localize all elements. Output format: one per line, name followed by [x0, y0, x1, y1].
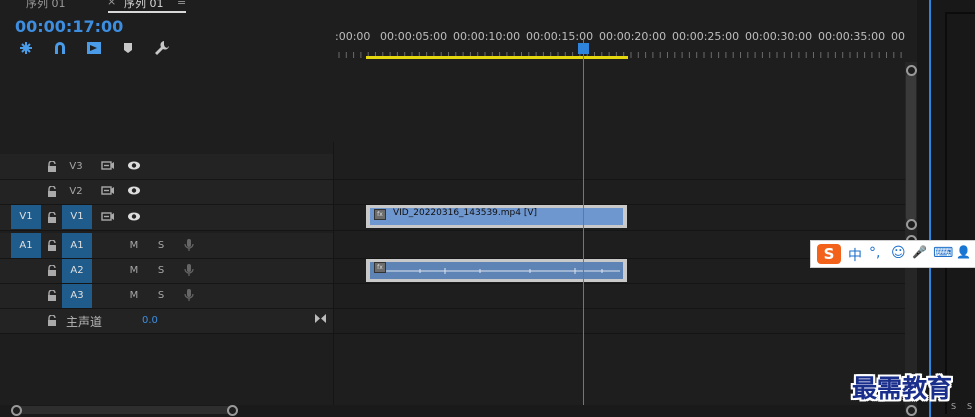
- wrench-icon[interactable]: [154, 40, 170, 56]
- keyboard-icon[interactable]: ⌨: [933, 245, 953, 261]
- insert-sequence-icon[interactable]: [86, 40, 102, 56]
- microphone-icon[interactable]: 🎤: [912, 245, 927, 259]
- source-patch-v1[interactable]: V1: [11, 205, 41, 229]
- track-row-v2: V2: [0, 180, 905, 205]
- ime-punctuation-mode[interactable]: °,: [869, 245, 880, 261]
- vertical-scroll-thumb[interactable]: [906, 72, 916, 222]
- track-row-master: 主声道 0.0: [0, 309, 905, 334]
- lock-icon[interactable]: [47, 186, 57, 197]
- solo-button[interactable]: S: [155, 265, 167, 276]
- lock-icon[interactable]: [47, 315, 57, 326]
- microphone-icon[interactable]: [183, 288, 195, 305]
- track-name-a2[interactable]: A2: [62, 259, 92, 283]
- audio-waveform: [386, 268, 620, 274]
- mute-button[interactable]: M: [128, 240, 140, 251]
- ruler-label: 00:00:10:00: [453, 30, 521, 43]
- track-name-a1[interactable]: A1: [62, 233, 92, 258]
- ime-toolbar[interactable]: S 中 °, ☺ 🎤 ⌨ 👤: [810, 240, 975, 268]
- master-track-label: 主声道: [66, 315, 103, 329]
- mute-button[interactable]: M: [128, 265, 140, 276]
- solo-button[interactable]: S: [155, 290, 167, 301]
- playhead-line[interactable]: [583, 38, 584, 417]
- right-panel-label: S: [967, 402, 973, 411]
- eye-icon[interactable]: [126, 160, 142, 174]
- ime-chinese-mode[interactable]: 中: [848, 245, 862, 265]
- camera-icon[interactable]: [100, 160, 116, 174]
- go-to-end-icon[interactable]: [313, 313, 327, 327]
- lock-icon[interactable]: [47, 212, 57, 223]
- microphone-icon[interactable]: [183, 263, 195, 280]
- video-clip[interactable]: fx VID_20220316_143539.mp4 [V]: [366, 205, 627, 228]
- track-row-v3: V3: [0, 154, 905, 180]
- camera-icon[interactable]: [100, 185, 116, 199]
- track-row-a3: A3 M S: [0, 284, 905, 309]
- horizontal-scroll-thumb[interactable]: [15, 406, 233, 414]
- lock-icon[interactable]: [47, 240, 57, 251]
- ruler-label: 00:00:20:00: [599, 30, 667, 43]
- eye-icon[interactable]: [126, 211, 142, 225]
- ruler-label: 00:00:05:00: [380, 30, 448, 43]
- track-name-v1[interactable]: V1: [62, 205, 92, 229]
- zoom-handle-right[interactable]: [227, 405, 238, 416]
- lock-icon[interactable]: [47, 161, 57, 172]
- header-divider: [333, 142, 334, 412]
- lock-icon[interactable]: [47, 265, 57, 276]
- watermark: 最需教育: [852, 374, 953, 403]
- ruler-label: 00:00:30:00: [745, 30, 813, 43]
- snap-icon[interactable]: [18, 40, 34, 56]
- ruler-label: 00:00:25:00: [672, 30, 740, 43]
- solo-button[interactable]: S: [155, 240, 167, 251]
- tab-sequence-01-a[interactable]: 序列 01: [26, 0, 66, 11]
- track-row-a1: A1 A1 M S: [0, 233, 905, 259]
- fx-badge: fx: [374, 209, 386, 220]
- playhead-timecode[interactable]: 00:00:17:00: [15, 17, 123, 36]
- right-panel-frame: [945, 12, 975, 414]
- zoom-handle-left[interactable]: [11, 405, 22, 416]
- ruler-label: :00:00: [335, 30, 371, 43]
- active-tab-underline: [108, 11, 186, 13]
- playhead-handle[interactable]: [578, 43, 589, 54]
- scroll-handle-top[interactable]: [906, 65, 917, 76]
- microphone-icon[interactable]: [183, 238, 195, 255]
- mute-button[interactable]: M: [128, 290, 140, 301]
- master-volume-value[interactable]: 0.0: [142, 315, 158, 326]
- tab-sequence-01-active[interactable]: 序列 01: [124, 0, 164, 11]
- add-marker-icon[interactable]: [120, 40, 136, 56]
- scroll-handle-corner[interactable]: [906, 405, 917, 416]
- video-clip-name: VID_20220316_143539.mp4 [V]: [393, 208, 538, 218]
- sogou-logo-icon[interactable]: S: [817, 244, 841, 264]
- emoji-icon[interactable]: ☺: [891, 245, 906, 261]
- track-name-a3[interactable]: A3: [62, 284, 92, 308]
- eye-icon[interactable]: [126, 185, 142, 199]
- panel-focus-edge: [929, 0, 931, 417]
- audio-clip[interactable]: fx: [366, 259, 627, 282]
- work-area-bar[interactable]: [366, 56, 628, 59]
- source-patch-a1[interactable]: A1: [11, 233, 41, 258]
- track-name-v2[interactable]: V2: [66, 186, 86, 197]
- scroll-handle-mid[interactable]: [906, 219, 917, 230]
- ruler-label: 00: [891, 30, 905, 43]
- linked-selection-icon[interactable]: [52, 40, 68, 56]
- track-name-v3[interactable]: V3: [66, 161, 86, 172]
- tab-close-button[interactable]: ×: [107, 0, 116, 8]
- user-icon[interactable]: 👤: [956, 245, 971, 259]
- lock-icon[interactable]: [47, 290, 57, 301]
- ruler-label: 00:00:35:00: [818, 30, 886, 43]
- panel-menu-button[interactable]: ≡: [177, 0, 186, 8]
- camera-icon[interactable]: [100, 211, 116, 225]
